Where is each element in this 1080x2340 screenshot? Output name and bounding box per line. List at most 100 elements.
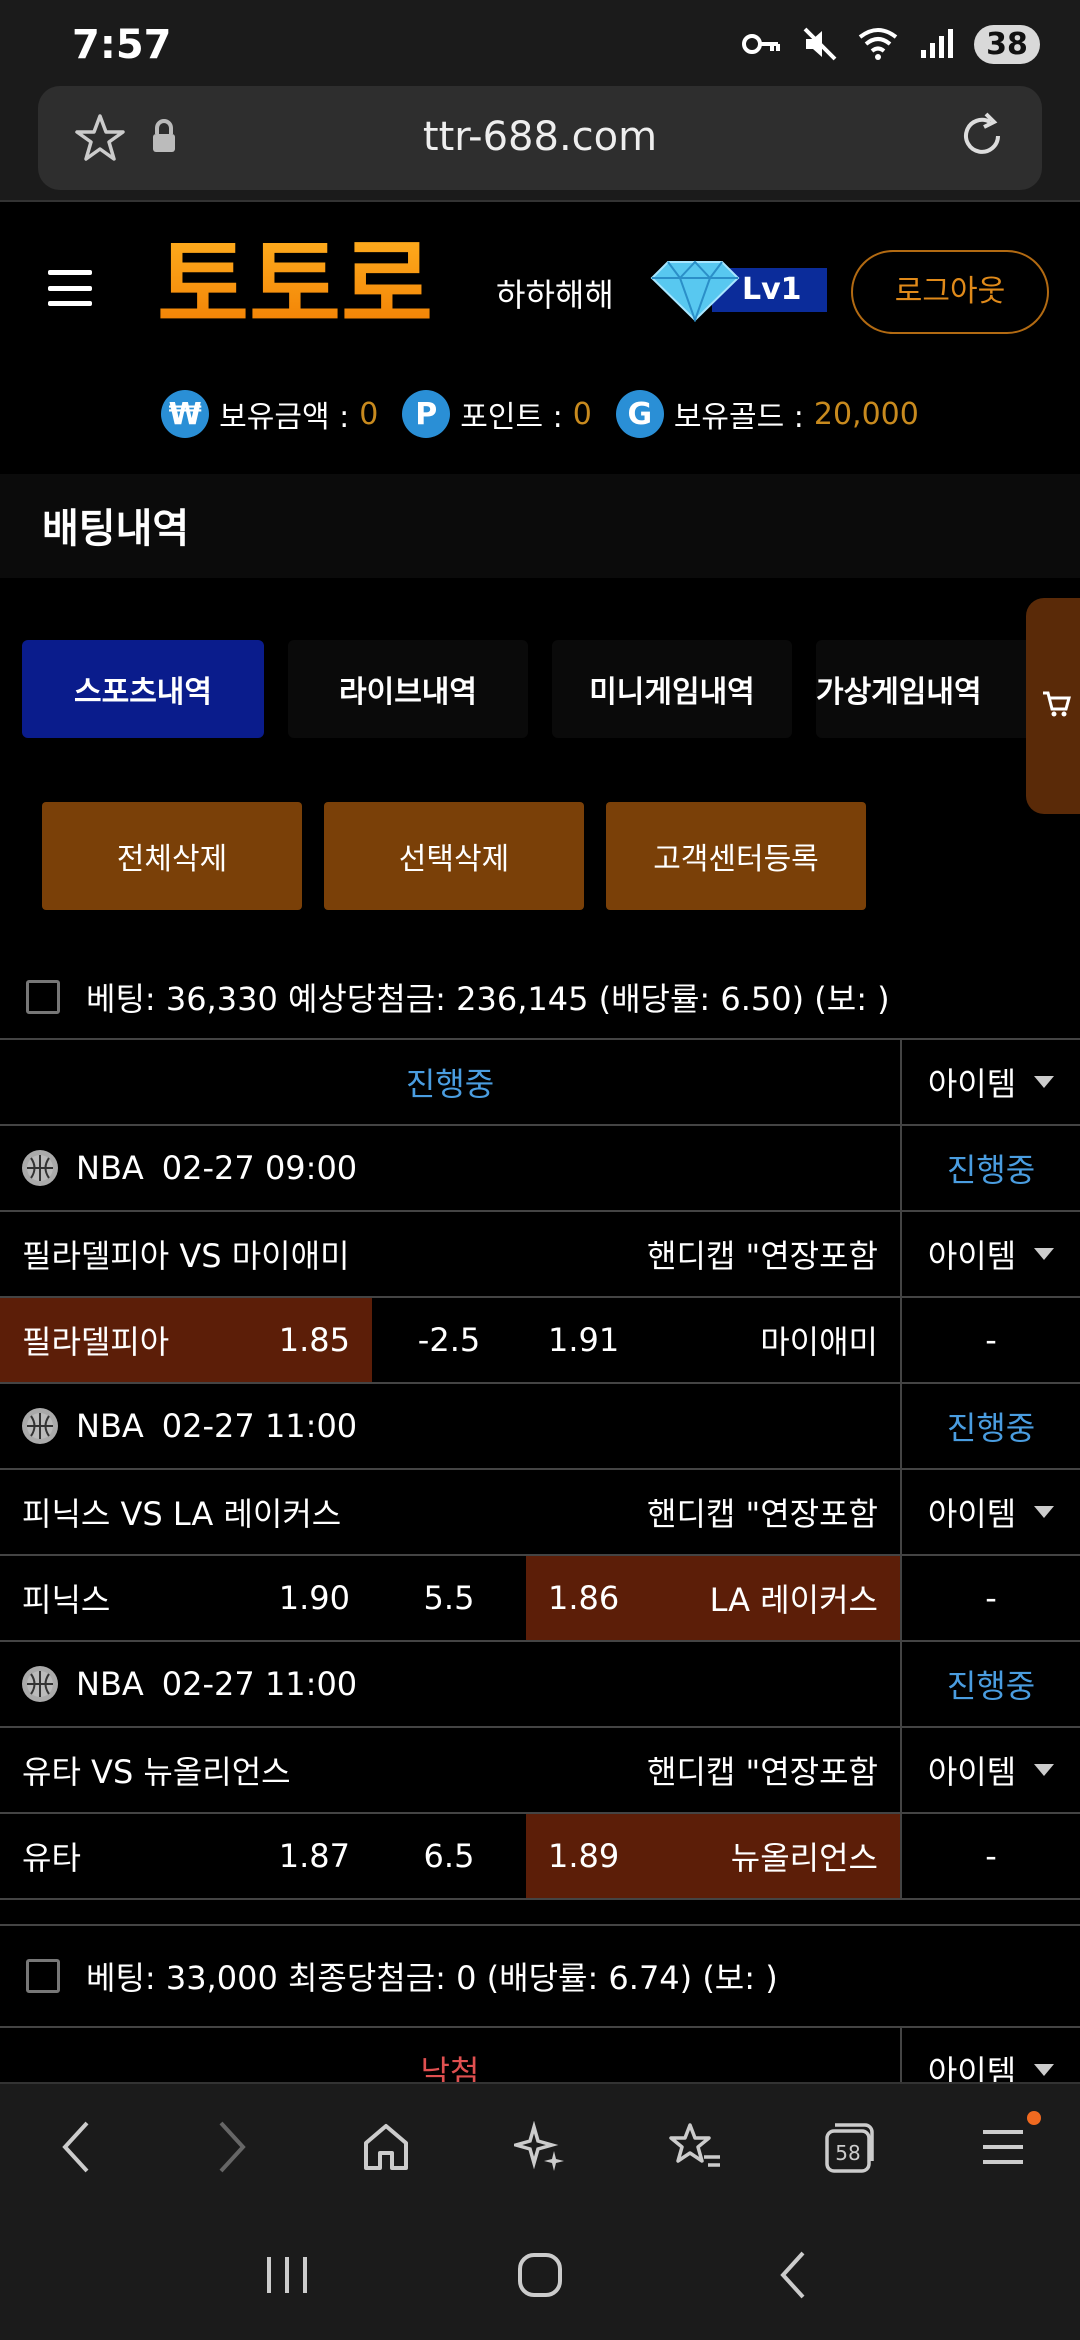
delete-selected-button[interactable]: 선택삭제 — [324, 802, 584, 910]
market-type: 핸디캡 "연장포함 — [647, 1495, 878, 1533]
game-match-row: 필라델피아 VS 마이애미 핸디캡 "연장포함 아이템 — [0, 1212, 1080, 1298]
key-icon — [742, 24, 782, 64]
forward-icon[interactable] — [201, 2117, 261, 2177]
reload-icon[interactable] — [956, 110, 1008, 166]
away-team: 마이애미 — [760, 1323, 878, 1361]
home-odds: 1.90 — [278, 1579, 350, 1617]
item-dropdown[interactable]: 아이템 — [900, 1470, 1080, 1554]
game-league-row: NBA 02-27 09:00 진행중 — [0, 1126, 1080, 1212]
point-icon: P — [402, 390, 451, 438]
recent-apps-icon[interactable] — [257, 2245, 317, 2305]
item-dropdown[interactable]: 아이템 — [900, 1040, 1080, 1124]
notification-dot — [1026, 2111, 1041, 2125]
handicap-line: 6.5 — [423, 1837, 475, 1875]
diamond-icon — [650, 258, 740, 326]
bet-summary-text: 베팅: 33,000 최종당첨금: 0 (배당률: 6.74) (보: ) — [86, 1959, 778, 1997]
handicap-line: 5.5 — [423, 1579, 475, 1617]
away-team: LA 레이커스 — [709, 1581, 878, 1619]
game-datetime: 02-27 11:00 — [161, 1407, 358, 1445]
game-status: 진행중 — [946, 1667, 1036, 1705]
menu-icon[interactable] — [48, 270, 92, 306]
home-odds: 1.85 — [278, 1321, 350, 1359]
bet-summary: 베팅: 33,000 최종당첨금: 0 (배당률: 6.74) (보: ) — [0, 1924, 1080, 2028]
gold-balance: G 보유골드 : 20,000 — [615, 390, 919, 438]
clock: 7:57 — [72, 22, 172, 68]
action-buttons: 전체삭제 선택삭제 고객센터등록 — [42, 802, 866, 910]
match-name: 유타 VS 뉴올리언스 — [22, 1753, 291, 1791]
tab-minigame[interactable]: 미니게임내역 — [552, 640, 792, 738]
won-icon: ₩ — [161, 390, 210, 438]
system-nav-bar — [0, 2210, 1080, 2340]
cart-icon — [1041, 689, 1071, 723]
logout-button[interactable]: 로그아웃 — [851, 250, 1049, 334]
bet-checkbox[interactable] — [26, 1959, 60, 1993]
game-status: 진행중 — [946, 1151, 1036, 1189]
game-odds-row: 유타 1.87 6.5 1.89 뉴올리언스 - — [0, 1814, 1080, 1900]
sparkle-icon[interactable] — [510, 2117, 570, 2177]
wifi-icon — [858, 24, 898, 64]
system-home-icon[interactable] — [510, 2245, 570, 2305]
league-name: NBA — [76, 1665, 144, 1703]
balance-bar: ₩ 보유금액 : 0 P 포인트 : 0 G 보유골드 : 20,000 — [0, 390, 1080, 438]
system-back-icon[interactable] — [763, 2245, 823, 2305]
away-odds: 1.89 — [548, 1837, 620, 1875]
point-balance: P 포인트 : 0 — [402, 390, 592, 438]
market-type: 핸디캡 "연장포함 — [647, 1753, 878, 1791]
tab-virtual[interactable]: 가상게임내역 — [816, 640, 1036, 738]
item-label: 아이템 — [927, 1495, 1017, 1533]
money-label: 보유금액 : — [219, 400, 350, 435]
delete-all-button[interactable]: 전체삭제 — [42, 802, 302, 910]
item-dropdown[interactable]: 아이템 — [900, 1728, 1080, 1812]
browser-toolbar: ttr-688.com — [0, 86, 1080, 202]
page-title: 배팅내역 — [42, 506, 190, 552]
away-team: 뉴올리언스 — [730, 1839, 878, 1877]
game-odds-row: 피닉스 1.90 5.5 1.86 LA 레이커스 - — [0, 1556, 1080, 1642]
basketball-icon — [22, 1150, 58, 1186]
chevron-down-icon — [1034, 1506, 1055, 1518]
money-value: 0 — [359, 396, 379, 432]
handicap-line: -2.5 — [417, 1321, 481, 1359]
point-label: 포인트 : — [460, 400, 563, 435]
back-icon[interactable] — [47, 2117, 107, 2177]
home-team: 피닉스 — [22, 1581, 111, 1619]
url-text: ttr-688.com — [422, 114, 658, 160]
home-team: 필라델피아 — [22, 1323, 170, 1361]
game-result: - — [900, 1298, 1080, 1382]
customer-center-button[interactable]: 고객센터등록 — [606, 802, 866, 910]
gold-icon: G — [615, 390, 664, 438]
bookmarks-icon[interactable] — [664, 2117, 724, 2177]
bet-summary-text: 베팅: 36,330 예상당첨금: 236,145 (배당률: 6.50) (보… — [86, 980, 890, 1018]
bet-summary: 베팅: 36,330 예상당첨금: 236,145 (배당률: 6.50) (보… — [0, 956, 1080, 1040]
home-odds: 1.87 — [278, 1837, 350, 1875]
tab-sports[interactable]: 스포츠내역 — [22, 640, 264, 738]
match-name: 필라델피아 VS 마이애미 — [22, 1237, 350, 1275]
game-result: - — [900, 1814, 1080, 1898]
username: 하하해해 — [496, 276, 614, 314]
game-league-row: NBA 02-27 11:00 진행중 — [0, 1642, 1080, 1728]
battery-indicator: 38 — [974, 24, 1040, 64]
site-logo[interactable]: 토토로 — [130, 228, 460, 338]
away-pick: 1.89 뉴올리언스 — [526, 1814, 900, 1898]
history-tabs: 스포츠내역 라이브내역 미니게임내역 가상게임내역 — [22, 640, 1036, 738]
home-icon[interactable] — [356, 2117, 416, 2177]
basketball-icon — [22, 1666, 58, 1702]
basketball-icon — [22, 1408, 58, 1444]
betslip-cart-button[interactable] — [1026, 598, 1080, 814]
tab-live[interactable]: 라이브내역 — [288, 640, 528, 738]
bet-status: 진행중 — [405, 1065, 495, 1103]
signal-icon — [916, 24, 956, 64]
address-bar[interactable]: ttr-688.com — [38, 86, 1042, 190]
away-odds: 1.91 — [548, 1321, 620, 1359]
game-league-row: NBA 02-27 11:00 진행중 — [0, 1384, 1080, 1470]
tabs-icon[interactable]: 58 — [819, 2117, 879, 2177]
game-result: - — [900, 1556, 1080, 1640]
bet-checkbox[interactable] — [26, 980, 60, 1014]
game-datetime: 02-27 09:00 — [161, 1149, 358, 1187]
menu-icon[interactable] — [973, 2111, 1041, 2177]
game-odds-row: 필라델피아 1.85 -2.5 1.91 마이애미 - — [0, 1298, 1080, 1384]
game-match-row: 유타 VS 뉴올리언스 핸디캡 "연장포함 아이템 — [0, 1728, 1080, 1814]
match-name: 피닉스 VS LA 레이커스 — [22, 1495, 342, 1533]
item-dropdown[interactable]: 아이템 — [900, 1212, 1080, 1296]
chevron-down-icon — [1034, 1764, 1055, 1776]
svg-text:58: 58 — [835, 2141, 860, 2165]
